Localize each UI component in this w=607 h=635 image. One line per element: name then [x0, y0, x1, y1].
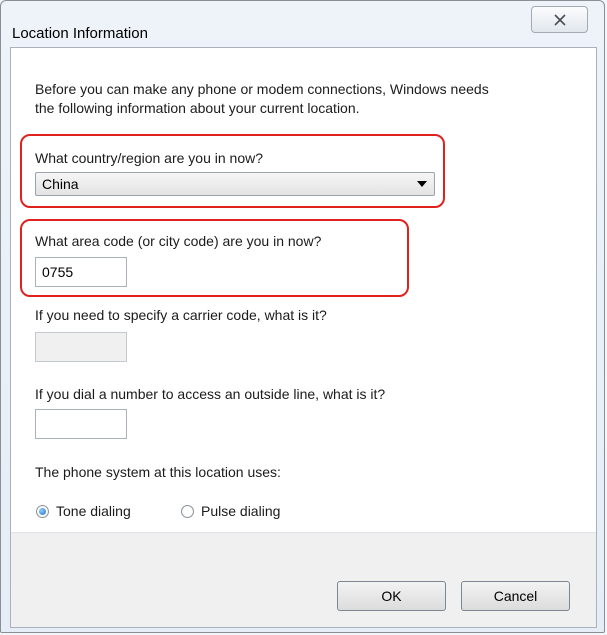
ok-button[interactable]: OK: [337, 581, 446, 611]
title-bar[interactable]: Location Information: [1, 1, 606, 47]
country-selected-value: China: [42, 176, 79, 192]
close-icon: [553, 14, 566, 26]
area-code-label: What area code (or city code) are you in…: [35, 233, 322, 249]
carrier-code-input[interactable]: [35, 332, 127, 362]
chevron-down-icon: [417, 181, 427, 187]
intro-line-2: the following information about your cur…: [35, 100, 360, 116]
intro-text: Before you can make any phone or modem c…: [35, 80, 489, 118]
intro-line-1: Before you can make any phone or modem c…: [35, 81, 489, 97]
pulse-dialing-label[interactable]: Pulse dialing: [201, 502, 280, 520]
outside-line-input[interactable]: [35, 409, 127, 439]
tone-dialing-radio[interactable]: [36, 505, 49, 518]
tone-dialing-label[interactable]: Tone dialing: [56, 502, 131, 520]
dialog-title: Location Information: [12, 25, 148, 42]
country-label: What country/region are you in now?: [35, 150, 264, 166]
outside-line-label: If you dial a number to access an outsid…: [35, 386, 386, 402]
pulse-dialing-radio[interactable]: [181, 505, 194, 518]
dialing-label: The phone system at this location uses:: [35, 464, 281, 480]
cancel-button[interactable]: Cancel: [461, 581, 570, 611]
close-button[interactable]: [531, 6, 588, 33]
area-code-input[interactable]: 0755: [35, 257, 127, 287]
button-bar: OK Cancel: [11, 533, 596, 627]
country-highlight: [20, 134, 445, 208]
country-select[interactable]: China: [35, 172, 435, 196]
carrier-code-label: If you need to specify a carrier code, w…: [35, 307, 327, 323]
dialog-body: Before you can make any phone or modem c…: [10, 47, 597, 628]
location-information-dialog: Location Information Before you can make…: [0, 0, 605, 633]
